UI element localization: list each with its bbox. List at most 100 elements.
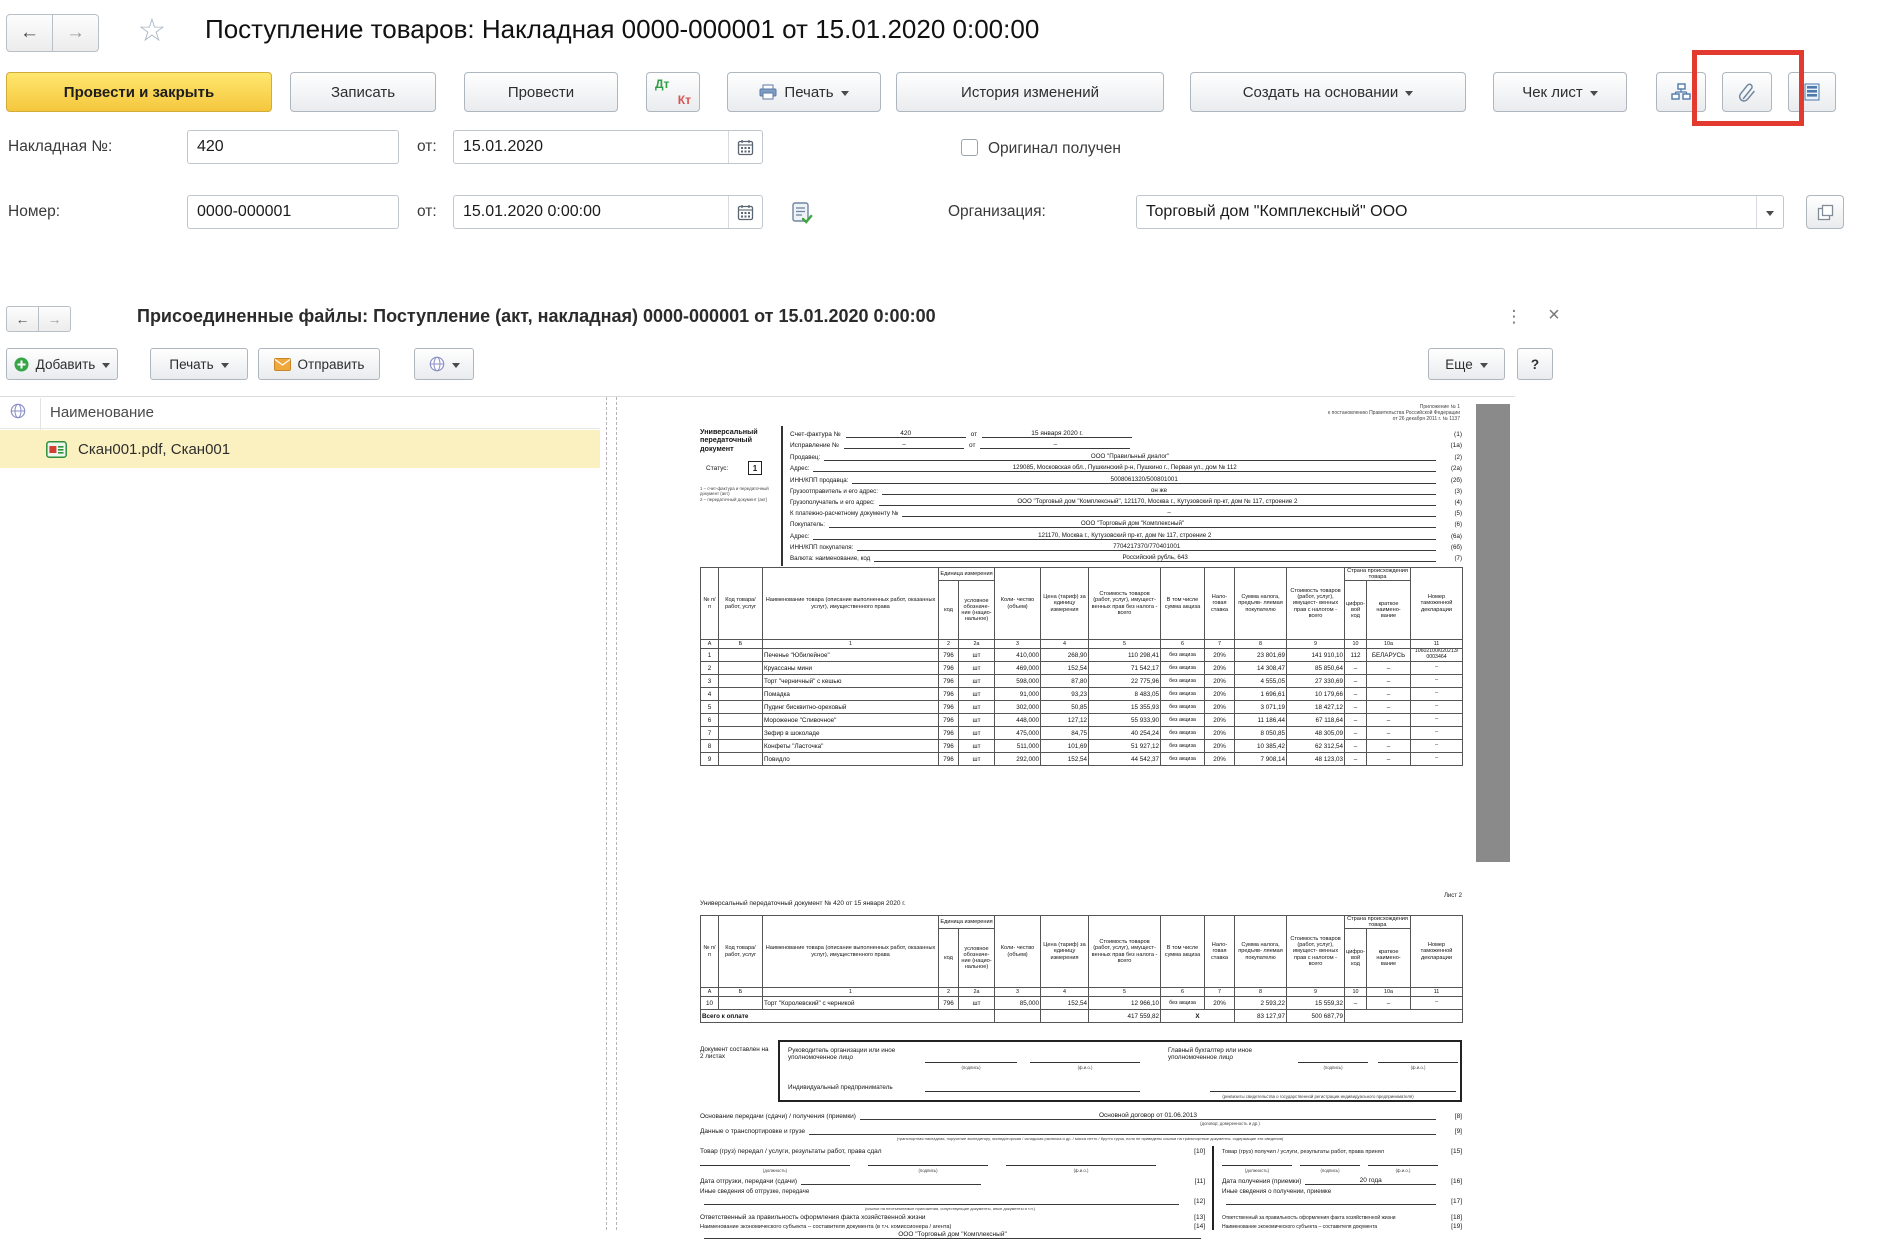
scan-cell: Круассаны мини: [763, 662, 939, 675]
scan-cell: 511,000: [995, 740, 1041, 753]
scan-cell: 10 179,66: [1287, 688, 1345, 701]
scan-doc-type: Универсальный передаточный документ: [700, 428, 778, 453]
scan-requisite-label: Покупатель:: [790, 521, 825, 528]
scan-cell: 127,12: [1041, 714, 1089, 727]
scan-cell: условное обозначе- ние (нацио- нальное): [959, 581, 995, 640]
scan-cell: Нало- говая ставка: [1205, 916, 1235, 988]
scan-cell: 110 298,41: [1089, 649, 1161, 662]
scan-transport-note: (транспортная накладная, поручение экспе…: [740, 1136, 1440, 1141]
scan-cell: 22 775,96: [1089, 675, 1161, 688]
scan-cell: 11: [1411, 988, 1463, 997]
scan-resp-line-right: Ответственный за правильность оформления…: [1222, 1212, 1462, 1221]
scan-mark: [16]: [1440, 1178, 1462, 1185]
scan-transport-label: Данные о транспортировке и грузе: [700, 1128, 805, 1135]
scan-requisite-label: Грузополучатель и его адрес:: [790, 499, 875, 506]
scan-entity-value: ООО "Торговый дом "Комплексный": [704, 1231, 1201, 1239]
scan-cell: 10а: [1367, 640, 1411, 649]
scan-cell: шт: [959, 662, 995, 675]
scan-from-word: от: [971, 431, 977, 438]
scan-cell: 796: [939, 714, 959, 727]
scan-cell: Торт "черничный" с кешью: [763, 675, 939, 688]
scan-recv-date-value: 20 года: [1305, 1177, 1436, 1185]
scan-cell: Стоимость товаров (работ, услуг), имущес…: [1089, 916, 1161, 988]
scan-cell: шт: [959, 688, 995, 701]
scan-mark: (4): [1440, 499, 1462, 506]
scan-cell: –: [1411, 688, 1463, 701]
scan-cell: –: [1411, 727, 1463, 740]
scan-cell: [719, 740, 763, 753]
scan-cell: Код товара/ работ, услуг: [719, 568, 763, 640]
scan-cell: 4: [1041, 640, 1089, 649]
scan-cell: –: [1411, 701, 1463, 714]
scan-cell: Наименование товара (описание выполненны…: [763, 568, 939, 640]
scan-cell: 20%: [1205, 997, 1235, 1010]
scan-cell: 152,54: [1041, 753, 1089, 766]
scan-mark: (6): [1440, 521, 1462, 528]
scan-cell: Номер таможенной декларации: [1411, 568, 1463, 640]
scan-cell: 10: [1345, 988, 1367, 997]
scan-cell: 6: [701, 714, 719, 727]
scan-cell: [719, 662, 763, 675]
scan-chief-label: Главный бухгалтер или иное уполномоченно…: [1168, 1047, 1288, 1061]
scan-cell: 7: [701, 727, 719, 740]
scan-requisite-line: Продавец: ООО "Правильный диалог" (2): [790, 450, 1462, 461]
scan-cell: 796: [939, 675, 959, 688]
scan-cell: без акциза: [1161, 727, 1205, 740]
scan-requisite-line: Адрес: 129085, Московская обл., Пушкинск…: [790, 461, 1462, 472]
scan-mark: (5): [1440, 510, 1462, 517]
scan-appendix-note: Приложение № 1к постановлению Правительс…: [1100, 404, 1460, 422]
scan-other-ship-value: [704, 1204, 1179, 1205]
scan-cell: 15 559,32: [1287, 997, 1345, 1010]
scan-cell: 292,000: [995, 753, 1041, 766]
scan-pos-caption: (должность): [1222, 1168, 1292, 1173]
scan-cell: 475,000: [995, 727, 1041, 740]
scan-cell: –: [1367, 688, 1411, 701]
scan-cell: Печенье "Юбилейное": [763, 649, 939, 662]
scan-cell: № п/п: [701, 568, 719, 640]
scan-invoice-number: 420: [846, 430, 966, 438]
scan-cell: 2 593,22: [1235, 997, 1287, 1010]
scan-signature-box: Руководитель организации или иное уполно…: [778, 1040, 1462, 1102]
scan-cell: Помадка: [763, 688, 939, 701]
scan-cell: 3: [995, 988, 1041, 997]
scan-cell: Номер таможенной декларации: [1411, 916, 1463, 988]
scan-resp-label: Ответственный за правильность оформления…: [700, 1214, 926, 1221]
scan-cell: цифро- вой код: [1345, 581, 1367, 640]
scan-cell: –: [1367, 662, 1411, 675]
scan-items-table: № п/пКод товара/ работ, услугНаименовани…: [700, 915, 1463, 1023]
scan-divider: [781, 426, 783, 566]
scan-cell: 4: [1041, 988, 1089, 997]
scan-mark: (6а): [1440, 533, 1462, 540]
scan-ship-date-value: [801, 1184, 981, 1185]
scan-other-ship-line: [12]: [700, 1196, 1205, 1205]
scan-entity-value-line: ООО "Торговый дом "Комплексный": [700, 1231, 1205, 1239]
scan-passed-label: Товар (груз) передал / услуги, результат…: [700, 1148, 882, 1155]
scan-other-ship-note: (ссылки на неотъемлемые приложения, сопу…: [720, 1206, 1180, 1211]
scan-cell: 62 312,54: [1287, 740, 1345, 753]
scan-cell: без акциза: [1161, 714, 1205, 727]
scan-requisite-value: Российский рубль, 643: [874, 554, 1436, 562]
scan-cell: без акциза: [1161, 701, 1205, 714]
scan-requisite-line: Адрес: 121170, Москва г., Кутузовский пр…: [790, 528, 1462, 539]
scan-items-table-page2: № п/пКод товара/ работ, услугНаименовани…: [700, 915, 1463, 1023]
scan-cell: –: [1367, 701, 1411, 714]
scan-requisites: Продавец: ООО "Правильный диалог" (2) Ад…: [790, 450, 1462, 562]
scan-sign-line: [868, 1158, 988, 1166]
scan-status-notes: 1 – счет-фактура и передаточный документ…: [700, 486, 776, 502]
scan-requisite-line: Покупатель: ООО "Торговый дом "Комплексн…: [790, 517, 1462, 528]
scan-requisite-label: ИНН/КПП покупателя:: [790, 544, 853, 551]
scan-mark: [17]: [1440, 1198, 1462, 1205]
scan-cell: Пудинг бисквитно-ореховый: [763, 701, 939, 714]
scan-cell: 1 696,61: [1235, 688, 1287, 701]
scan-cell: 1: [763, 640, 939, 649]
scan-cell: Зефир в шоколаде: [763, 727, 939, 740]
scan-fio-caption: (ф.и.о.): [1006, 1168, 1156, 1173]
scan-cell: –: [1367, 714, 1411, 727]
scan-cell: 3: [701, 675, 719, 688]
scan-status-note: 1 – счет-фактура и передаточный документ…: [700, 486, 776, 497]
scan-cell: [719, 753, 763, 766]
scan-cell: 2: [701, 662, 719, 675]
scan-cell: [719, 997, 763, 1010]
scan-sign-line: [925, 1053, 1017, 1063]
scan-cell: 44 542,37: [1089, 753, 1161, 766]
